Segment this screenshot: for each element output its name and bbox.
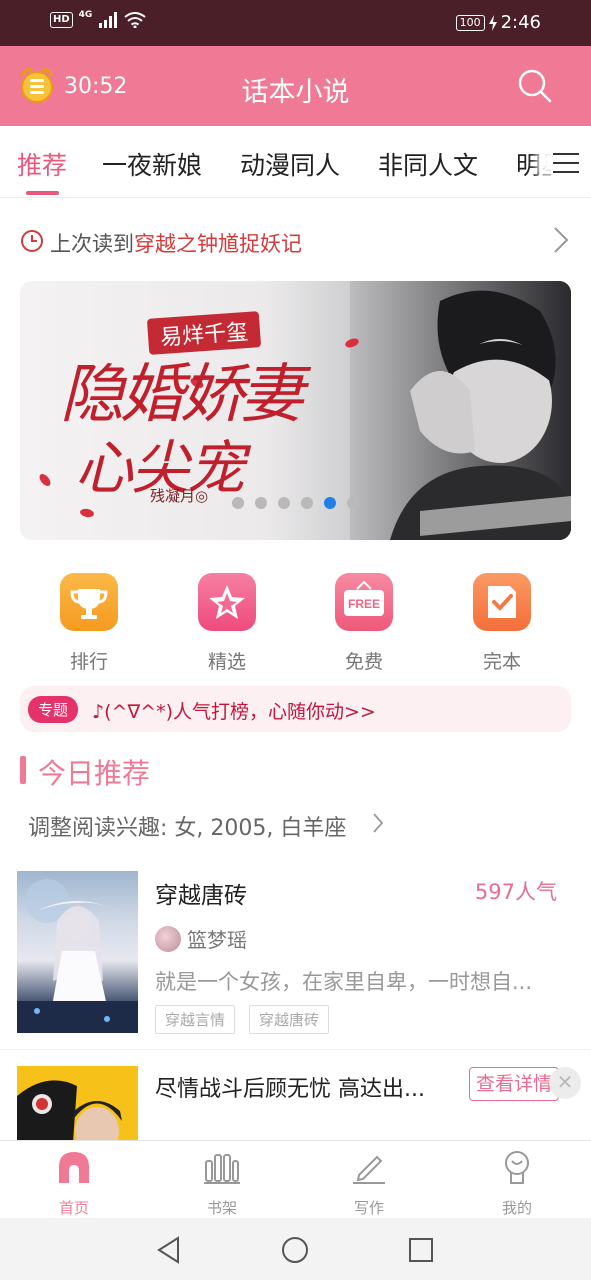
- status-bar: HD 4G 100 2:46: [0, 0, 591, 46]
- carousel-dot[interactable]: [278, 497, 290, 509]
- tab-recommend[interactable]: 推荐: [17, 146, 67, 182]
- carousel-dots: [232, 497, 359, 509]
- book-title[interactable]: 尽情战斗后顾无忧 高达出...: [155, 1071, 425, 1103]
- nav-label: 书架: [206, 1199, 237, 1217]
- status-left: HD 4G: [50, 10, 146, 28]
- pen-icon: [353, 1155, 385, 1184]
- tab-non-fanfic[interactable]: 非同人文: [378, 146, 478, 182]
- free-sign-icon: FREE: [335, 573, 393, 631]
- last-read-bar[interactable]: 上次读到穿越之钟馗捉妖记: [20, 224, 573, 260]
- wifi-icon: [124, 12, 146, 28]
- section-marker: [20, 756, 26, 784]
- active-tab-indicator: [26, 191, 59, 195]
- category-ranking[interactable]: 排行: [49, 573, 129, 674]
- nav-profile[interactable]: 我的: [477, 1149, 557, 1218]
- book-cover-image: [17, 1066, 138, 1140]
- home-icon: [59, 1152, 89, 1183]
- bottom-nav: 首页 书架 写作 我的: [0, 1140, 591, 1218]
- section-title: 今日推荐: [38, 757, 151, 790]
- interest-settings-link[interactable]: 调整阅读兴趣: 女, 2005, 白羊座: [28, 810, 346, 842]
- search-icon[interactable]: [517, 68, 553, 104]
- nav-home[interactable]: 首页: [34, 1149, 114, 1218]
- category-label: 精选: [207, 651, 246, 673]
- banner-portrait-image: [350, 281, 571, 540]
- book-title[interactable]: 穿越唐砖: [155, 876, 247, 910]
- nav-label: 我的: [501, 1199, 532, 1217]
- petal-decoration: [79, 507, 95, 519]
- category-free[interactable]: FREE 免费: [324, 573, 404, 674]
- tab-one-night-bride[interactable]: 一夜新娘: [102, 146, 202, 182]
- topic-badge: 专题: [28, 696, 79, 723]
- book-description: 就是一个女孩，在家里自卑，一时想自...: [155, 970, 533, 994]
- category-label: 排行: [69, 651, 108, 673]
- carousel-dot[interactable]: [232, 497, 244, 509]
- topic-banner[interactable]: 专题 ♪(^∇^*)人气打榜，心随你动>>: [20, 686, 571, 732]
- book-tag[interactable]: 穿越言情: [155, 1005, 236, 1034]
- topic-text[interactable]: ♪(^∇^*)人气打榜，心随你动>>: [92, 697, 376, 724]
- avatar: [155, 926, 181, 952]
- star-icon: [198, 573, 256, 631]
- close-icon[interactable]: ✕: [549, 1067, 581, 1099]
- bookshelf-icon: [204, 1154, 240, 1184]
- category-tabs: 推荐 一夜新娘 动漫同人 非同人文 明星: [0, 126, 591, 198]
- svg-text:FREE: FREE: [348, 597, 380, 611]
- signal-icon: [99, 12, 118, 28]
- chevron-right-icon[interactable]: [372, 812, 384, 834]
- book-list-item[interactable]: 穿越唐砖 597人气 篮梦瑶 就是一个女孩，在家里自卑，一时想自... 穿越言情…: [0, 860, 591, 1050]
- book-cover-image: [17, 871, 138, 1033]
- nav-label: 写作: [353, 1199, 384, 1217]
- carousel-dot[interactable]: [255, 497, 267, 509]
- nav-bookshelf[interactable]: 书架: [182, 1149, 262, 1218]
- petal-decoration: [37, 472, 53, 488]
- status-right: 100 2:46: [455, 12, 541, 33]
- back-icon[interactable]: [156, 1236, 182, 1264]
- tab-anime-fanfic[interactable]: 动漫同人: [240, 146, 340, 182]
- nav-label: 首页: [58, 1199, 89, 1217]
- clock-icon: [21, 230, 43, 252]
- last-read-book[interactable]: 穿越之钟馗捉妖记: [134, 232, 302, 256]
- book-author[interactable]: 篮梦瑶: [187, 924, 247, 953]
- category-label: 免费: [344, 651, 383, 673]
- banner-author: 残凝月◎: [150, 487, 209, 505]
- chevron-right-icon[interactable]: [553, 226, 569, 254]
- book-popularity: 597人气: [474, 880, 557, 904]
- clock-time: 2:46: [500, 12, 541, 33]
- network-type: 4G: [78, 10, 93, 20]
- nav-write[interactable]: 写作: [329, 1149, 409, 1218]
- carousel-dot[interactable]: [347, 497, 359, 509]
- view-details-button[interactable]: 查看详情: [469, 1067, 559, 1101]
- home-circle-icon[interactable]: [281, 1236, 309, 1264]
- book-tag[interactable]: 穿越唐砖: [249, 1005, 330, 1034]
- system-nav-bar: [0, 1218, 591, 1280]
- menu-icon[interactable]: [551, 148, 581, 176]
- trophy-icon: [60, 573, 118, 631]
- recent-apps-icon[interactable]: [408, 1237, 434, 1263]
- app-header: 30:52 话本小说: [0, 46, 591, 126]
- check-note-icon: [473, 573, 531, 631]
- last-read-prefix: 上次读到: [50, 232, 134, 256]
- category-label: 完本: [482, 651, 521, 673]
- book-list-item[interactable]: 尽情战斗后顾无忧 高达出... 查看详情 ✕: [0, 1051, 591, 1140]
- hd-badge: HD: [50, 12, 73, 28]
- carousel-dot[interactable]: [324, 497, 336, 509]
- last-read-text: 上次读到穿越之钟馗捉妖记: [50, 228, 302, 258]
- profile-icon: [505, 1151, 529, 1184]
- promo-banner[interactable]: 易烊千玺 隐婚娇妻 心尖宠 残凝月◎: [20, 281, 571, 540]
- category-featured[interactable]: 精选: [187, 573, 267, 674]
- app-title: 话本小说: [241, 77, 350, 108]
- carousel-dot[interactable]: [301, 497, 313, 509]
- battery-indicator: 100: [455, 14, 485, 31]
- charging-icon: [488, 14, 497, 31]
- category-completed[interactable]: 完本: [462, 573, 542, 674]
